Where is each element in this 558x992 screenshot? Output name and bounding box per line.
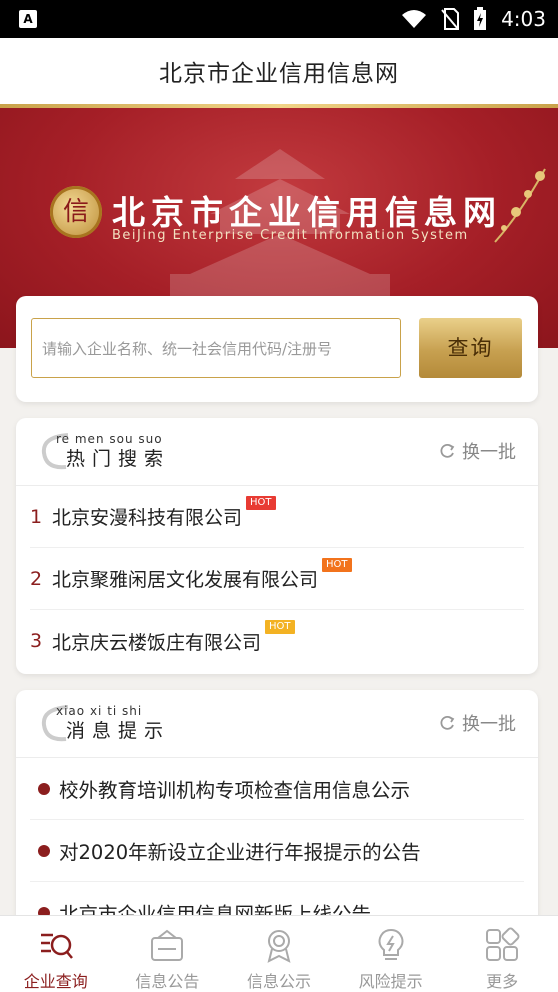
bottom-tab-bar: 企业查询 信息公告 信息公示 风险提示 更多 — [0, 915, 558, 992]
tab-label: 更多 — [486, 972, 519, 991]
hot-search-item[interactable]: 2 北京聚雅闲居文化发展有限公司 HOT — [30, 548, 524, 610]
grid-more-icon — [486, 927, 520, 961]
tab-info-disclosure[interactable]: 信息公示 — [223, 916, 335, 992]
battery-charging-icon — [474, 7, 487, 30]
no-sim-icon — [441, 8, 460, 30]
award-ribbon-icon — [267, 930, 291, 963]
news-card: xiao xi ti shi 消息提示 换一批 校外教育培训机构专项检查信用信息… — [16, 690, 538, 930]
hot-search-title: 热门搜索 — [66, 448, 171, 470]
tab-enterprise-search[interactable]: 企业查询 — [0, 916, 112, 992]
wifi-icon — [402, 10, 427, 28]
news-text: 校外教育培训机构专项检查信用信息公示 — [59, 779, 411, 802]
company-name: 北京聚雅闲居文化发展有限公司 — [52, 569, 319, 591]
tab-label: 信息公告 — [135, 972, 200, 991]
rank-number: 1 — [30, 505, 43, 528]
refresh-label: 换一批 — [462, 714, 516, 735]
tab-label: 风险提示 — [358, 972, 423, 991]
banner-brand: 信 北京市企业信用信息网 BeiJing Enterprise Credit I… — [50, 184, 510, 254]
plum-blossom-decoration — [494, 168, 546, 243]
banner-title-en: BeiJing Enterprise Credit Information Sy… — [112, 228, 469, 243]
bullet-dot-icon — [38, 844, 50, 857]
search-button[interactable]: 查询 — [419, 318, 522, 378]
hot-search-refresh-button[interactable]: 换一批 — [438, 438, 516, 464]
rank-number: 2 — [30, 567, 43, 590]
refresh-label: 换一批 — [462, 442, 516, 463]
news-title: 消息提示 — [66, 720, 171, 742]
company-name: 北京庆云楼饭庄有限公司 — [52, 631, 262, 654]
tab-more[interactable]: 更多 — [446, 916, 558, 992]
banner-gold-border — [0, 104, 558, 108]
hot-badge: HOT — [322, 558, 352, 572]
seal-logo: 信 — [50, 186, 102, 238]
search-card: 请输入企业名称、统一社会信用代码/注册号 查询 — [16, 296, 538, 402]
bullet-dot-icon — [38, 782, 50, 795]
tab-label: 信息公示 — [246, 972, 311, 991]
news-text: 对2020年新设立企业进行年报提示的公告 — [59, 841, 421, 864]
refresh-icon — [440, 715, 455, 730]
clock: 4:03 — [501, 7, 546, 31]
tab-risk-warning[interactable]: 风险提示 — [335, 916, 447, 992]
news-item[interactable]: 对2020年新设立企业进行年报提示的公告 — [30, 820, 524, 882]
page-title: 北京市企业信用信息网 — [159, 61, 399, 87]
hot-search-item[interactable]: 1 北京安漫科技有限公司 HOT — [30, 486, 524, 548]
refresh-icon — [440, 443, 455, 458]
hot-search-item[interactable]: 3 北京庆云楼饭庄有限公司 HOT — [30, 610, 524, 672]
banner-title-cn: 北京市企业信用信息网 — [112, 193, 502, 232]
lightbulb-icon — [378, 928, 404, 960]
status-bar: A 4:03 — [0, 0, 558, 38]
hot-badge: HOT — [265, 620, 295, 634]
company-name: 北京安漫科技有限公司 — [52, 507, 243, 529]
search-input[interactable]: 请输入企业名称、统一社会信用代码/注册号 — [31, 318, 401, 378]
news-header: xiao xi ti shi 消息提示 换一批 — [16, 690, 538, 758]
app-notification-icon: A — [19, 10, 37, 28]
search-list-icon — [40, 933, 73, 959]
news-item[interactable]: 校外教育培训机构专项检查信用信息公示 — [30, 758, 524, 820]
tab-label: 企业查询 — [23, 972, 88, 991]
hot-badge: HOT — [246, 496, 276, 510]
news-refresh-button[interactable]: 换一批 — [438, 710, 516, 736]
bulletin-box-icon — [151, 929, 184, 961]
tab-info-bulletin[interactable]: 信息公告 — [112, 916, 224, 992]
app-bar: 北京市企业信用信息网 — [0, 38, 558, 104]
hot-search-header: re men sou suo 热门搜索 换一批 — [16, 418, 538, 486]
rank-number: 3 — [30, 630, 43, 652]
hot-search-card: re men sou suo 热门搜索 换一批 1 北京安漫科技有限公司 HOT… — [16, 418, 538, 674]
